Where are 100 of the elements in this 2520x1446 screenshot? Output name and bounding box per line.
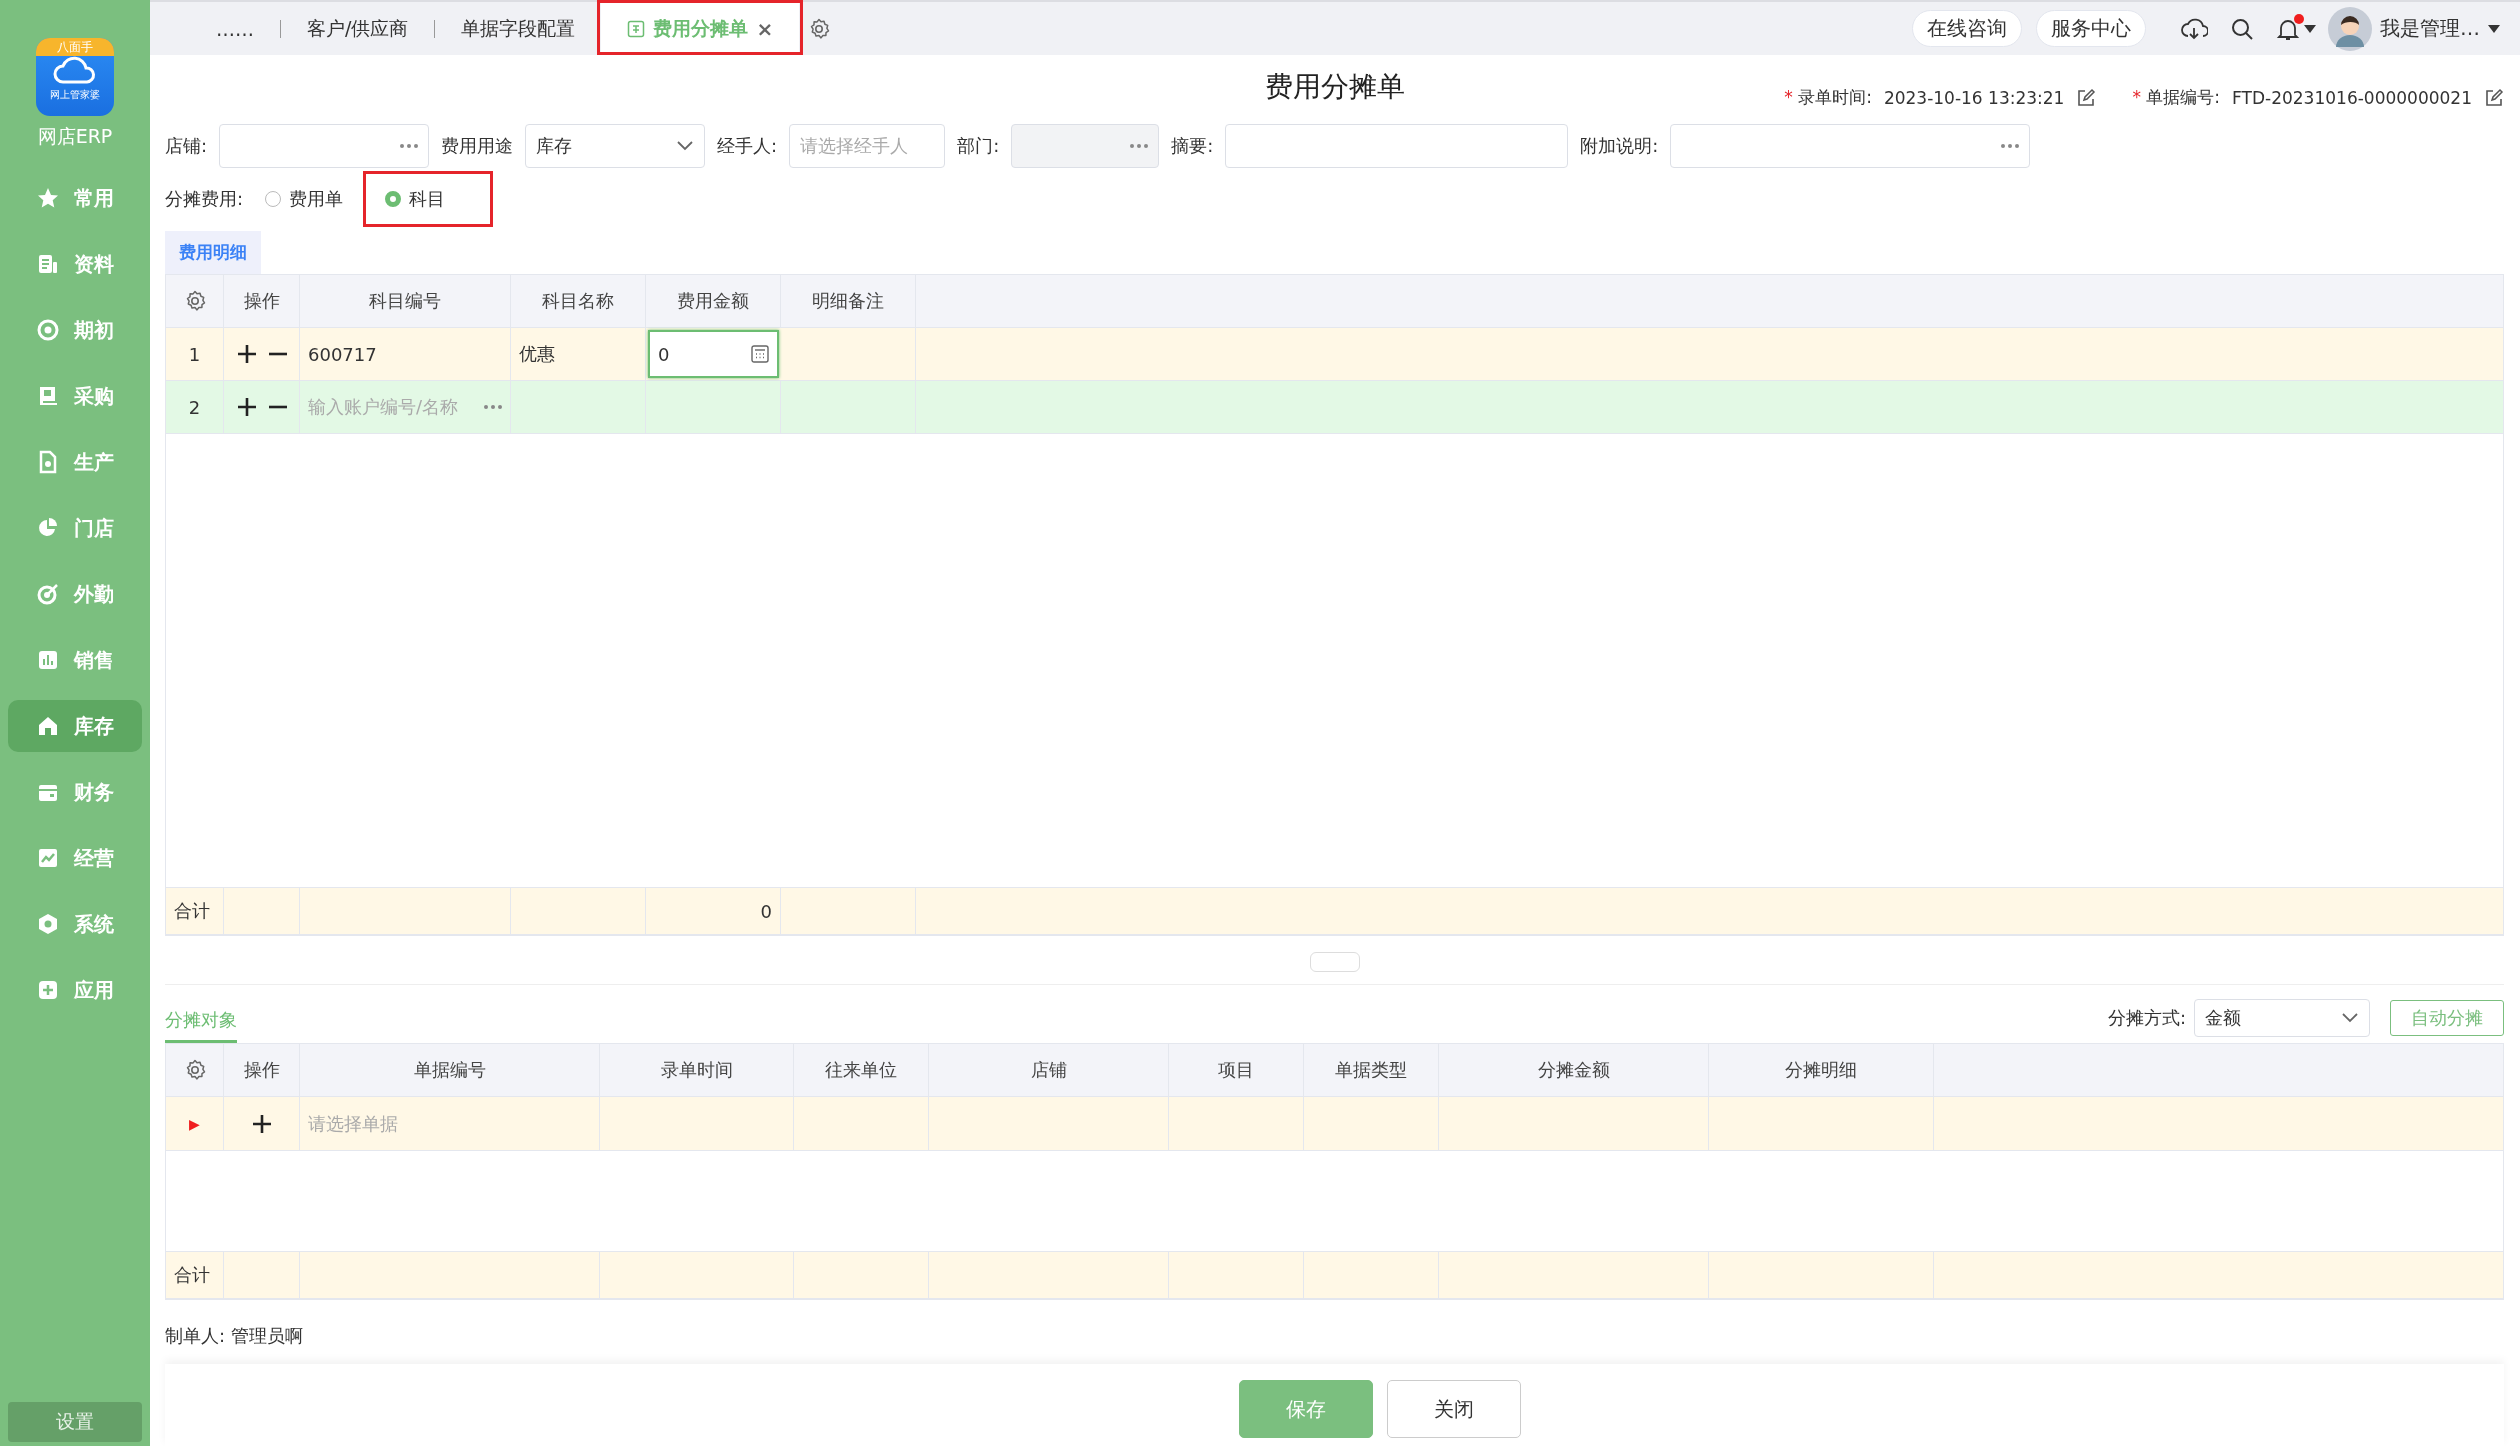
- sidebar-item[interactable]: 期初: [8, 304, 142, 356]
- plus-icon: [36, 978, 60, 1002]
- user-name[interactable]: 我是管理…: [2380, 15, 2480, 42]
- field-label: * 单据编号:: [2132, 86, 2221, 109]
- close-button[interactable]: 关闭: [1386, 1380, 1521, 1438]
- star-icon: [36, 186, 60, 210]
- header-button[interactable]: 在线咨询: [1912, 10, 2022, 47]
- column-header: 明细备注: [781, 275, 916, 327]
- column-header: 录单时间: [600, 1044, 794, 1096]
- document-icon: [627, 19, 646, 38]
- settings-button[interactable]: 设置: [8, 1402, 142, 1442]
- chevron-down-icon[interactable]: [2341, 1012, 2359, 1024]
- logo-badge: 八面手: [36, 38, 114, 56]
- document-input[interactable]: 请选择单据: [300, 1097, 600, 1150]
- sidebar-item[interactable]: 常用: [8, 172, 142, 224]
- sidebar-item[interactable]: 库存: [8, 700, 142, 752]
- tab[interactable]: ……: [190, 2, 280, 55]
- account-input[interactable]: 输入账户编号/名称: [300, 381, 511, 433]
- radio-option[interactable]: 科目: [373, 181, 458, 217]
- more-icon[interactable]: [484, 405, 502, 409]
- more-icon[interactable]: [400, 144, 419, 148]
- cloud-download-icon[interactable]: [2180, 16, 2208, 41]
- input-field[interactable]: [1225, 124, 1569, 168]
- field-label: 店铺:: [165, 134, 208, 158]
- logo-caption: 网上管家婆: [50, 88, 100, 102]
- more-icon[interactable]: [2001, 144, 2020, 148]
- search-icon[interactable]: [2230, 16, 2254, 41]
- avatar[interactable]: [2328, 6, 2372, 51]
- total-label: 合计: [166, 888, 224, 934]
- column-header: 往来单位: [794, 1044, 929, 1096]
- field-label: 费用用途: [441, 134, 514, 158]
- column-header: 项目: [1169, 1044, 1304, 1096]
- table-cell: 600717: [300, 328, 511, 380]
- field-value: FTD-20231016-0000000021: [2232, 87, 2472, 108]
- form-title: 费用分摊单: [1264, 69, 1405, 105]
- header-button[interactable]: 服务中心: [2036, 10, 2146, 47]
- select-field[interactable]: 金额: [2194, 999, 2370, 1037]
- field-label: 分摊费用:: [165, 187, 244, 211]
- document-icon: [36, 252, 60, 276]
- field-label: 部门:: [957, 134, 1000, 158]
- column-header: 店铺: [929, 1044, 1169, 1096]
- edit-icon[interactable]: [2484, 87, 2504, 108]
- field-label: 制单人:: [165, 1325, 226, 1346]
- field-label: 经手人:: [717, 134, 778, 158]
- add-icon[interactable]: [251, 1113, 272, 1134]
- sidebar-item[interactable]: 采购: [8, 370, 142, 422]
- edit-icon[interactable]: [2076, 87, 2097, 108]
- target-icon: [36, 318, 60, 342]
- input-field[interactable]: 请选择经手人: [789, 124, 946, 168]
- sidebar-item[interactable]: 门店: [8, 502, 142, 554]
- row-number: 1: [166, 328, 224, 380]
- hexagon-icon: [36, 912, 60, 936]
- caret-icon[interactable]: [2304, 24, 2316, 33]
- bar-chart-icon: [36, 648, 60, 672]
- total-label: 合计: [166, 1252, 224, 1298]
- field-value: 管理员啊: [230, 1325, 303, 1346]
- add-icon[interactable]: [236, 397, 257, 417]
- auto-allocate-button[interactable]: 自动分摊: [2390, 1000, 2504, 1036]
- sidebar-item[interactable]: 系统: [8, 898, 142, 950]
- current-row-icon: ▶: [189, 1115, 200, 1132]
- total-value: 0: [646, 888, 781, 934]
- radio-option[interactable]: 费用单: [253, 181, 356, 217]
- column-header: 单据类型: [1304, 1044, 1439, 1096]
- caret-icon[interactable]: [2488, 24, 2500, 33]
- input-field[interactable]: [219, 124, 430, 168]
- input-field[interactable]: [1670, 124, 2031, 168]
- column-header: 操作: [224, 1044, 300, 1096]
- field-value: 2023-10-16 13:23:21: [1883, 87, 2065, 108]
- column-header: 单据编号: [300, 1044, 600, 1096]
- sidebar-item[interactable]: 外勤: [8, 568, 142, 620]
- tab[interactable]: 客户/供应商: [281, 2, 435, 55]
- section-tab[interactable]: 费用明细: [165, 231, 261, 274]
- sidebar-item[interactable]: 销售: [8, 634, 142, 686]
- cloud-icon: [53, 56, 97, 86]
- column-header: 科目编号: [300, 275, 511, 327]
- chevron-down-icon[interactable]: [676, 140, 695, 152]
- sidebar-item[interactable]: 财务: [8, 766, 142, 818]
- field-label: 摘要:: [1171, 134, 1214, 158]
- sidebar-item[interactable]: 资料: [8, 238, 142, 290]
- column-header: 费用金额: [646, 275, 781, 327]
- field-label: 附加说明:: [1580, 134, 1659, 158]
- tab[interactable]: 单据字段配置: [435, 2, 602, 55]
- select-field[interactable]: 库存: [525, 124, 706, 168]
- sidebar-item[interactable]: 应用: [8, 964, 142, 1016]
- column-header: 科目名称: [511, 275, 646, 327]
- save-button[interactable]: 保存: [1238, 1380, 1373, 1438]
- line-chart-icon: [36, 846, 60, 870]
- field-label: 分摊方式:: [2107, 1006, 2186, 1030]
- calculator-icon[interactable]: [751, 345, 769, 363]
- field-label: * 录单时间:: [1784, 86, 1872, 109]
- table-cell: 优惠: [511, 328, 646, 380]
- app-name: 网店ERP: [37, 124, 113, 149]
- sidebar-item[interactable]: 经营: [8, 832, 142, 884]
- add-icon[interactable]: [236, 344, 257, 364]
- resize-handle[interactable]: [1309, 952, 1360, 972]
- close-icon[interactable]: ×: [756, 16, 774, 41]
- column-header: 分摊明细: [1709, 1044, 1934, 1096]
- house-icon: [36, 714, 60, 738]
- sidebar-item[interactable]: 生产: [8, 436, 142, 488]
- amount-input[interactable]: 0: [648, 330, 779, 378]
